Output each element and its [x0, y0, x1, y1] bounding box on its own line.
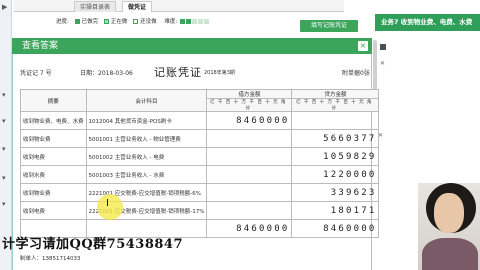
- pending-swatch: [133, 18, 139, 24]
- summary-cell: 收到物业费: [20, 129, 87, 148]
- chevron-down-icon[interactable]: ▾: [2, 175, 6, 182]
- close-icon[interactable]: ✕: [380, 60, 385, 67]
- debit-header: 借方金额: [206, 89, 293, 99]
- difficulty-label: 难度:: [164, 19, 178, 25]
- tab-make-voucher[interactable]: 做凭证: [122, 1, 153, 12]
- fill-voucher-button[interactable]: 填写记账凭证: [300, 20, 358, 32]
- progress-label: 进度:: [56, 19, 69, 25]
- debit-cell: [206, 129, 293, 148]
- table-row: 收到电费 5001002 主营业务收入 - 电费 1059829: [20, 147, 380, 166]
- table-row: 收到物业费 5001001 主营业务收入 - 物业管理费 5660377: [20, 129, 380, 148]
- modal-title: 查看答案: [22, 41, 59, 51]
- chevron-down-icon[interactable]: ▾: [2, 92, 6, 99]
- doing-swatch: [103, 18, 109, 24]
- credit-cell: 339623: [291, 183, 380, 202]
- chevron-right-icon[interactable]: ▶: [2, 4, 7, 11]
- account-header: 会计科目: [85, 89, 208, 112]
- summary-cell: 收到物业费、电费、水费: [20, 111, 87, 130]
- total-debit: 8460000: [206, 219, 293, 238]
- expand-icon[interactable]: [380, 44, 386, 50]
- webcam-overlay: [418, 183, 480, 270]
- table-row: 收到水费 5001003 主营业务收入 - 水费 1220000: [20, 165, 380, 184]
- close-icon[interactable]: ×: [358, 41, 368, 51]
- debit-cell: [206, 147, 293, 166]
- voucher-title: 记账凭证: [154, 66, 202, 79]
- account-cell: 5001001 主营业务收入 - 物业管理费: [85, 129, 208, 148]
- account-cell: 1012004 其他货币资金-POS刷卡: [85, 111, 208, 130]
- credit-digit-header: 亿千百十万千百十元角分: [291, 98, 380, 112]
- progress-legend: 进度: 已做完 正在做 还没做 难度:: [56, 17, 210, 27]
- voucher-maker: 制单人：13851714033: [20, 256, 81, 262]
- promo-watermark: 计学习请加QQ群75438847: [2, 237, 184, 252]
- done-label: 已做完: [81, 19, 99, 25]
- voucher-attachments: 附单据0张: [342, 70, 370, 77]
- tab-catalog[interactable]: 实操目录表: [74, 1, 117, 12]
- difficulty-square: [186, 18, 192, 24]
- table-row: 收到物业费、电费、水费 1012004 其他货币资金-POS刷卡 8460000: [20, 111, 380, 130]
- task-title: 业务7 收到物业费、电费、水费: [375, 14, 480, 31]
- pending-label: 还没做: [140, 19, 157, 25]
- voucher-date: 日期：2018-03-06: [80, 70, 133, 77]
- answer-modal-header: 查看答案 ×: [12, 38, 372, 54]
- summary-cell: 收到水费: [20, 165, 87, 184]
- table-row: 收到电费 2221001 应交税费-应交增值税-销项税额-17% 180171: [20, 201, 380, 220]
- summary-cell: 收到电费: [20, 147, 87, 166]
- done-swatch: [74, 18, 80, 24]
- left-panel-strip: ▶ ▾ ▾ ▾ ▾ ▾: [0, 0, 12, 270]
- tab-bar: 实操目录表 做凭证: [14, 0, 344, 12]
- difficulty-square: [204, 18, 210, 24]
- debit-cell: [206, 201, 293, 220]
- summary-cell: 收到物业费: [20, 183, 87, 202]
- summary-cell: 收到电费: [20, 201, 87, 220]
- credit-cell: 1059829: [291, 147, 380, 166]
- debit-cell: [206, 183, 293, 202]
- debit-cell: 8460000: [206, 111, 293, 130]
- doing-label: 正在做: [110, 19, 128, 25]
- chevron-down-icon[interactable]: ▾: [2, 146, 6, 153]
- summary-header: 摘要: [20, 89, 87, 112]
- chevron-down-icon[interactable]: ▾: [2, 201, 6, 208]
- difficulty-square: [198, 18, 204, 24]
- text-cursor-icon: I: [106, 198, 109, 209]
- total-credit: 8460000: [291, 219, 380, 238]
- credit-cell: 5660377: [291, 129, 380, 148]
- difficulty-square: [180, 18, 186, 24]
- debit-digit-header: 亿千百十万千百十元角分: [206, 98, 293, 112]
- credit-cell: [291, 111, 380, 130]
- chevron-down-icon[interactable]: ▾: [2, 118, 6, 125]
- difficulty-rating: [179, 18, 210, 25]
- debit-cell: [206, 165, 293, 184]
- table-row: 收到物业费 2221001 应交税费-应交增值税-销项税额-6% 339623: [20, 183, 380, 202]
- account-cell: 5001003 主营业务收入 - 水费: [85, 165, 208, 184]
- cursor-highlight: [97, 194, 123, 220]
- credit-header: 贷方金额: [291, 89, 380, 99]
- account-cell: 5001002 主营业务收入 - 电费: [85, 147, 208, 166]
- voucher-number: 凭证记 7 号: [20, 70, 52, 77]
- credit-cell: 1220000: [291, 165, 380, 184]
- credit-cell: 180171: [291, 201, 380, 220]
- voucher-period: 2018年第3期: [204, 70, 235, 76]
- voucher-table: 摘要 会计科目 借方金额 贷方金额 亿千百十万千百十元角分 亿千百十万千百十元角…: [20, 89, 380, 238]
- difficulty-square: [192, 18, 198, 24]
